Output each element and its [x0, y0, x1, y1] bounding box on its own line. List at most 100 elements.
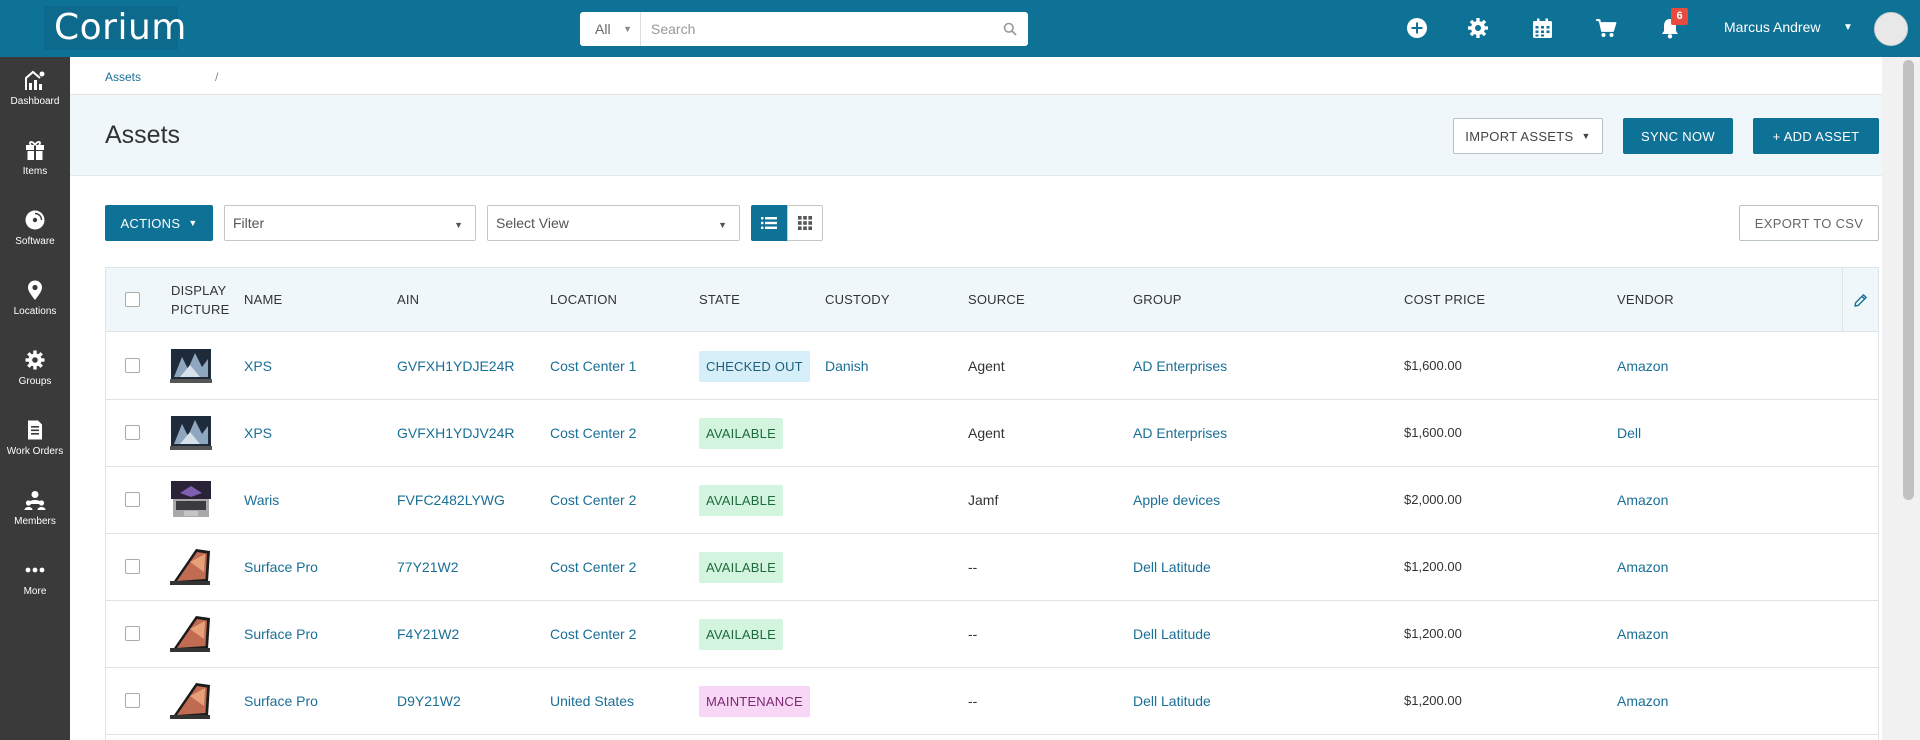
search-input[interactable]	[641, 13, 992, 45]
asset-vendor-link[interactable]: Amazon	[1617, 492, 1668, 508]
table-row[interactable]: XPS GVFXH1YDJE24R Cost Center 1 CHECKED OUT…	[106, 333, 1878, 400]
row-checkbox[interactable]	[125, 626, 140, 641]
sync-now-button[interactable]: SYNC NOW	[1623, 118, 1733, 154]
asset-vendor-link[interactable]: Amazon	[1617, 626, 1668, 642]
select-all-checkbox[interactable]	[125, 292, 140, 307]
asset-thumbnail[interactable]	[170, 414, 212, 452]
asset-location-link[interactable]: Cost Center 2	[550, 425, 636, 441]
column-header-location[interactable]: LOCATION	[550, 292, 617, 307]
column-header-vendor[interactable]: VENDOR	[1617, 292, 1674, 307]
sidebar-item-locations[interactable]: Locations	[0, 271, 70, 337]
sidebar-item-work-orders[interactable]: Work Orders	[0, 411, 70, 477]
column-header-source[interactable]: SOURCE	[968, 292, 1025, 307]
sidebar-item-groups[interactable]: Groups	[0, 341, 70, 407]
asset-thumbnail[interactable]	[170, 347, 212, 385]
export-csv-button[interactable]: EXPORT TO CSV	[1739, 205, 1879, 241]
sidebar-item-dashboard[interactable]: Dashboard	[0, 61, 70, 127]
asset-ain-link[interactable]: GVFXH1YDJE24R	[397, 358, 514, 374]
asset-thumbnail[interactable]	[170, 615, 212, 653]
asset-vendor-link[interactable]: Amazon	[1617, 559, 1668, 575]
asset-name-link[interactable]: Surface Pro	[244, 626, 318, 642]
page-scrollbar-thumb[interactable]	[1903, 60, 1914, 500]
asset-vendor-link[interactable]: Amazon	[1617, 358, 1668, 374]
list-view-toggle[interactable]	[751, 205, 787, 241]
filter-dropdown[interactable]: Filter ▼	[224, 205, 476, 241]
global-search: All ▼	[580, 12, 1028, 46]
sidebar-item-label: Items	[22, 166, 48, 177]
asset-ain-link[interactable]: 77Y21W2	[397, 559, 458, 575]
asset-ain-link[interactable]: D9Y21W2	[397, 693, 461, 709]
sidebar-item-members[interactable]: Members	[0, 481, 70, 547]
asset-group-link[interactable]: AD Enterprises	[1133, 358, 1227, 374]
edit-columns-button[interactable]	[1842, 268, 1878, 332]
asset-thumbnail[interactable]	[170, 682, 212, 720]
asset-group-link[interactable]: Apple devices	[1133, 492, 1220, 508]
status-badge: AVAILABLE	[699, 619, 783, 650]
gear-icon[interactable]	[1465, 15, 1491, 41]
avatar[interactable]	[1874, 12, 1908, 46]
column-header-cost-price[interactable]: COST PRICE	[1404, 292, 1485, 307]
software-icon	[25, 210, 45, 230]
asset-thumbnail[interactable]	[170, 481, 212, 519]
asset-name-link[interactable]: XPS	[244, 425, 272, 441]
asset-group-link[interactable]: Dell Latitude	[1133, 626, 1211, 642]
column-header-ain[interactable]: AIN	[397, 292, 419, 307]
table-row[interactable]: XPS GVFXH1YDJV24R Cost Center 2 AVAILABLE Ag…	[106, 400, 1878, 467]
add-asset-button[interactable]: + ADD ASSET	[1753, 118, 1879, 154]
table-row[interactable]: Surface Pro D9Y21W2 United States MAINTENAN…	[106, 668, 1878, 735]
add-circle-icon[interactable]	[1404, 15, 1430, 41]
breadcrumb: Assets /	[70, 57, 1882, 95]
asset-name-link[interactable]: Surface Pro	[244, 559, 318, 575]
calendar-icon[interactable]	[1529, 15, 1555, 41]
actions-button[interactable]: ACTIONS ▼	[105, 205, 213, 241]
sidebar-item-more[interactable]: More	[0, 551, 70, 617]
asset-name-link[interactable]: Waris	[244, 492, 279, 508]
brand-logo[interactable]: Corium	[44, 6, 186, 50]
asset-name-link[interactable]: Surface Pro	[244, 693, 318, 709]
search-icon[interactable]	[992, 22, 1028, 36]
asset-group-link[interactable]: Dell Latitude	[1133, 693, 1211, 709]
cart-icon[interactable]	[1593, 15, 1619, 41]
asset-ain-link[interactable]: GVFXH1YDJV24R	[397, 425, 514, 441]
asset-location-link[interactable]: United States	[550, 693, 634, 709]
column-header-display-picture[interactable]: DISPLAY PICTURE	[171, 281, 229, 319]
asset-thumbnail[interactable]	[170, 548, 212, 586]
breadcrumb-assets-link[interactable]: Assets	[105, 70, 141, 84]
asset-ain-link[interactable]: FVFC2482LYWG	[397, 492, 505, 508]
asset-name-link[interactable]: XPS	[244, 358, 272, 374]
asset-group-link[interactable]: AD Enterprises	[1133, 425, 1227, 441]
row-checkbox[interactable]	[125, 425, 140, 440]
asset-vendor-link[interactable]: Amazon	[1617, 693, 1668, 709]
import-assets-button[interactable]: IMPORT ASSETS ▼	[1453, 118, 1603, 154]
column-header-group[interactable]: GROUP	[1133, 292, 1182, 307]
asset-location-link[interactable]: Cost Center 2	[550, 559, 636, 575]
column-header-state[interactable]: STATE	[699, 292, 740, 307]
table-row[interactable]: Surface Pro F4Y21W2 Cost Center 2 AVAILABLE…	[106, 601, 1878, 668]
user-menu-name[interactable]: Marcus Andrew	[1724, 19, 1820, 35]
row-checkbox[interactable]	[125, 693, 140, 708]
grid-view-toggle[interactable]	[787, 205, 823, 241]
status-badge: AVAILABLE	[699, 485, 783, 516]
row-checkbox[interactable]	[125, 358, 140, 373]
row-checkbox[interactable]	[125, 492, 140, 507]
asset-location-link[interactable]: Cost Center 2	[550, 626, 636, 642]
asset-custody-link[interactable]: Danish	[825, 358, 869, 374]
column-header-custody[interactable]: CUSTODY	[825, 292, 890, 307]
column-header-name[interactable]: NAME	[244, 292, 282, 307]
asset-location-link[interactable]: Cost Center 1	[550, 358, 636, 374]
asset-cost-price: $1,600.00	[1404, 425, 1462, 440]
table-row[interactable]: Surface Pro 77Y21W2 Cost Center 2 AVAILABLE…	[106, 534, 1878, 601]
asset-group-link[interactable]: Dell Latitude	[1133, 559, 1211, 575]
row-checkbox[interactable]	[125, 559, 140, 574]
sidebar-item-software[interactable]: Software	[0, 201, 70, 267]
asset-location-link[interactable]: Cost Center 2	[550, 492, 636, 508]
dashboard-icon	[25, 70, 45, 90]
chevron-down-icon[interactable]: ▼	[1843, 22, 1853, 33]
table-row[interactable]: Waris FVFC2482LYWG Cost Center 2 AVAILABLE J…	[106, 467, 1878, 534]
sidebar-item-items[interactable]: Items	[0, 131, 70, 197]
asset-vendor-link[interactable]: Dell	[1617, 425, 1641, 441]
asset-ain-link[interactable]: F4Y21W2	[397, 626, 459, 642]
search-scope-dropdown[interactable]: All ▼	[580, 12, 641, 46]
table-header: DISPLAY PICTURE NAME AIN LOCATION STATE …	[106, 268, 1878, 332]
select-view-dropdown[interactable]: Select View ▼	[487, 205, 740, 241]
